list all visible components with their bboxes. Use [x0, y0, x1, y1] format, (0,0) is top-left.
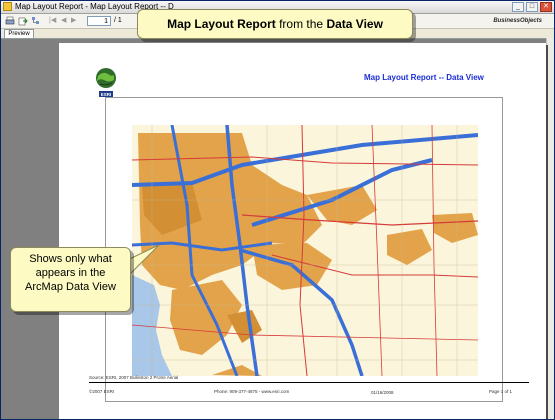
callout-side-line-1: Shows only what: [29, 253, 112, 265]
callout-side-line-3: ArcMap Data View: [25, 281, 116, 293]
callout-top: Map Layout Report from the Data View: [137, 9, 413, 39]
callout-top-suffix: Data View: [326, 17, 383, 31]
callout-top-middle: from the: [275, 17, 327, 31]
callout-top-prefix: Map Layout Report: [167, 17, 276, 31]
report-viewer-window: Map Layout Report - Map Layout Report --…: [0, 0, 555, 420]
callout-pointer: [120, 244, 160, 278]
callout-side: Shows only what appears in the ArcMap Da…: [10, 247, 131, 312]
callout-side-line-2: appears in the: [35, 267, 106, 279]
